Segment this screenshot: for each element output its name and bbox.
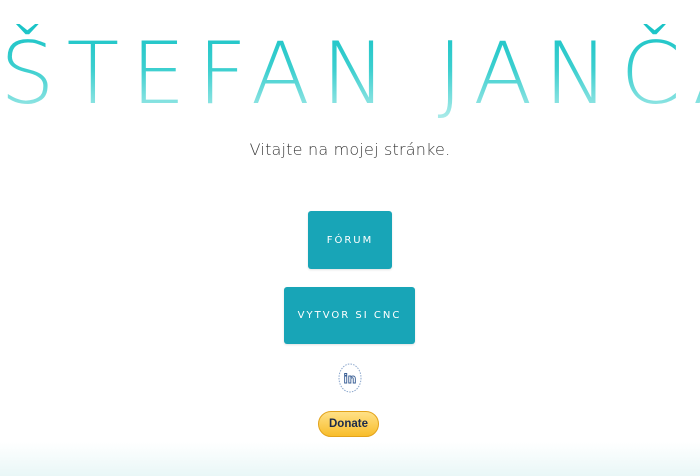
forum-button-label: FÓRUM [326, 234, 374, 246]
welcome-text: Vitajte na mojej stránke. [249, 140, 451, 159]
page: ŠTEFAN JANČÁR Vitajte na mojej stránke. … [0, 0, 700, 476]
donate-button-label: Donate [329, 418, 368, 430]
site-title: ŠTEFAN JANČÁR [0, 24, 700, 124]
linkedin-icon-text: in [344, 372, 357, 386]
linkedin-icon: in [338, 363, 362, 393]
bottom-fade [0, 442, 700, 476]
create-cnc-button[interactable]: VYTVOR SI CNC [284, 287, 415, 344]
forum-button[interactable]: FÓRUM [308, 211, 392, 269]
linkedin-link[interactable]: in [338, 363, 362, 393]
create-cnc-button-label: VYTVOR SI CNC [297, 310, 402, 321]
donate-button[interactable]: Donate [318, 411, 379, 437]
